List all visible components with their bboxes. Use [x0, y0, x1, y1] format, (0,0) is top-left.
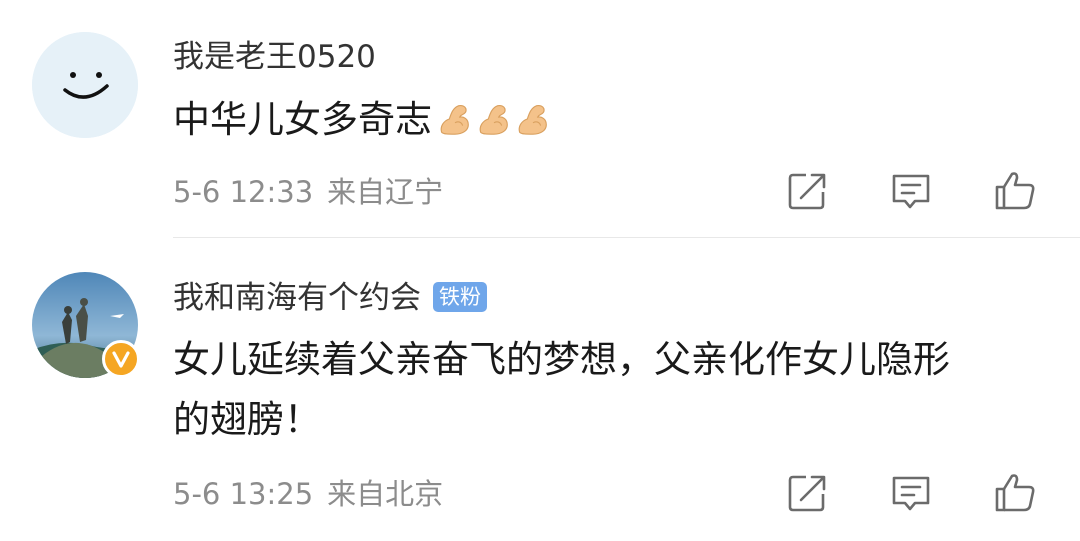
avatar[interactable]: [32, 32, 138, 138]
flexed-biceps-icon: [518, 104, 547, 135]
comment-text-line: 的翅膀！: [173, 398, 321, 441]
comment-text: 中华儿女多奇志: [173, 90, 553, 156]
comment-item: 我和南海有个约会 铁粉 女儿延续着父亲奋飞的梦想，父亲化作女儿隐形 的翅膀！ 5-…: [0, 238, 1080, 541]
flexed-biceps-icon: [440, 104, 469, 135]
comment-item: 我是老王0520 中华儿女多奇志 5-6 12:33 来自辽宁: [0, 0, 1080, 238]
thumbs-up-icon[interactable]: [992, 168, 1038, 214]
username[interactable]: 我是老王0520: [173, 37, 376, 77]
smiley-face-icon: [32, 32, 138, 138]
location: 来自北京: [327, 477, 444, 511]
username[interactable]: 我和南海有个约会 铁粉: [173, 278, 487, 318]
emoji-row: [436, 96, 553, 156]
avatar[interactable]: [32, 272, 140, 378]
location: 来自辽宁: [327, 175, 444, 209]
timestamp: 5-6 13:25: [173, 477, 314, 511]
timestamp: 5-6 12:33: [173, 175, 314, 209]
fan-badge[interactable]: 铁粉: [433, 282, 487, 312]
comment-text-line: 女儿延续着父亲奋飞的梦想，父亲化作女儿隐形: [173, 338, 950, 381]
comment-meta: 5-6 13:25 来自北京: [173, 474, 443, 514]
thumbs-up-icon[interactable]: [992, 470, 1038, 516]
share-icon[interactable]: [784, 470, 830, 516]
flexed-biceps-icon: [479, 104, 508, 135]
verified-v-icon: [102, 340, 140, 378]
share-icon[interactable]: [784, 168, 830, 214]
comment-meta: 5-6 12:33 来自辽宁: [173, 172, 443, 212]
comment-icon[interactable]: [888, 168, 934, 214]
comment-icon[interactable]: [888, 470, 934, 516]
